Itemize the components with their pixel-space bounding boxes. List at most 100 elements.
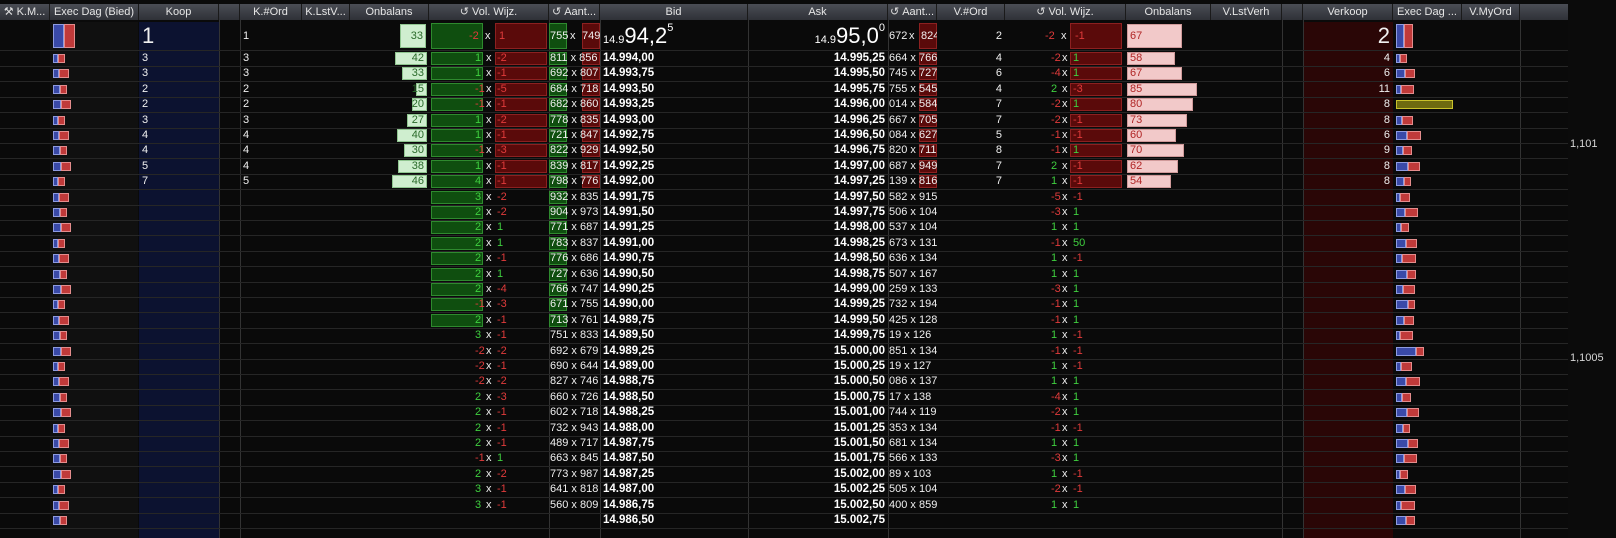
- verkoop-cell[interactable]: [1303, 344, 1393, 359]
- verkoop-qty[interactable]: 8: [1303, 97, 1393, 112]
- koop-cell[interactable]: [139, 190, 219, 205]
- koop-qty[interactable]: 7: [139, 174, 219, 189]
- koop-cell[interactable]: [139, 267, 219, 282]
- bid-price[interactable]: 14.993,75: [600, 66, 748, 81]
- ask-price[interactable]: 14.995,25: [748, 51, 888, 66]
- koop-cell[interactable]: [139, 513, 219, 528]
- verkoop-cell[interactable]: [1303, 513, 1393, 528]
- verkoop-cell[interactable]: [1303, 374, 1393, 389]
- bid-price[interactable]: 14.987,25: [600, 467, 748, 482]
- ask-price[interactable]: 15.002,00: [748, 467, 888, 482]
- koop-cell[interactable]: [139, 220, 219, 235]
- ask-price[interactable]: 14.999,75: [748, 328, 888, 343]
- bid-price[interactable]: 14.987,50: [600, 451, 748, 466]
- koop-qty[interactable]: 3: [139, 51, 219, 66]
- koop-qty[interactable]: 3: [139, 66, 219, 81]
- koop-cell[interactable]: [139, 297, 219, 312]
- koop-cell[interactable]: [139, 374, 219, 389]
- ask-price[interactable]: 15.001,50: [748, 436, 888, 451]
- koop-qty[interactable]: 2: [139, 82, 219, 97]
- koop-cell[interactable]: [139, 390, 219, 405]
- verkoop-qty[interactable]: 6: [1303, 128, 1393, 143]
- bid-price[interactable]: 14.994,00: [600, 51, 748, 66]
- verkoop-cell[interactable]: [1303, 282, 1393, 297]
- bid-price[interactable]: 14.991,75: [600, 190, 748, 205]
- header-v-ord[interactable]: V.#Ord: [937, 4, 1005, 20]
- ask-price[interactable]: 15.002,25: [748, 482, 888, 497]
- bid-price[interactable]: 14.989,00: [600, 359, 748, 374]
- bid-price[interactable]: 14.992,00: [600, 174, 748, 189]
- koop-cell[interactable]: [139, 436, 219, 451]
- koop-cell[interactable]: [139, 359, 219, 374]
- header-exec-bid[interactable]: Exec Dag (Bied): [50, 4, 139, 20]
- koop-cell[interactable]: [139, 205, 219, 220]
- verkoop-cell[interactable]: [1303, 390, 1393, 405]
- bid-price[interactable]: 14.993,00: [600, 113, 748, 128]
- verkoop-cell[interactable]: [1303, 297, 1393, 312]
- bid-price[interactable]: 14.989,25: [600, 344, 748, 359]
- ask-price[interactable]: 15.000,75: [748, 390, 888, 405]
- verkoop-cell[interactable]: [1303, 498, 1393, 513]
- ask-price[interactable]: 15.001,25: [748, 421, 888, 436]
- ask-price[interactable]: 14.999,25: [748, 297, 888, 312]
- header-vol-wijz-bid[interactable]: ↺ Vol. Wijz.: [429, 4, 549, 20]
- header-km[interactable]: ⚒ K.M...: [0, 4, 50, 20]
- bid-price[interactable]: 14.991,00: [600, 236, 748, 251]
- bid-price[interactable]: 14.993,25: [600, 97, 748, 112]
- bid-price[interactable]: 14.987,00: [600, 482, 748, 497]
- ask-price[interactable]: 15.000,50: [748, 374, 888, 389]
- verkoop-cell[interactable]: [1303, 313, 1393, 328]
- koop-cell[interactable]: [139, 498, 219, 513]
- ask-price[interactable]: 14.996,75: [748, 143, 888, 158]
- bid-price[interactable]: 14.992,75: [600, 128, 748, 143]
- verkoop-qty[interactable]: 9: [1303, 143, 1393, 158]
- verkoop-cell[interactable]: [1303, 451, 1393, 466]
- ask-price[interactable]: 14.997,75: [748, 205, 888, 220]
- verkoop-qty[interactable]: 8: [1303, 113, 1393, 128]
- koop-cell[interactable]: [139, 421, 219, 436]
- koop-cell[interactable]: [139, 405, 219, 420]
- koop-cell[interactable]: [139, 282, 219, 297]
- ask-price[interactable]: 15.002,50: [748, 498, 888, 513]
- ask-price[interactable]: 14.995,75: [748, 82, 888, 97]
- header-aant-ask[interactable]: ↺ Aant...: [888, 4, 937, 20]
- verkoop-qty[interactable]: 11: [1303, 82, 1393, 97]
- best-ask-price[interactable]: 14.995,00: [748, 21, 888, 50]
- header-onbalans-bid[interactable]: Onbalans: [350, 4, 429, 20]
- verkoop-cell[interactable]: [1303, 359, 1393, 374]
- bid-price[interactable]: 14.992,50: [600, 143, 748, 158]
- ask-price[interactable]: 14.997,00: [748, 159, 888, 174]
- ask-price[interactable]: 15.000,00: [748, 344, 888, 359]
- verkoop-cell[interactable]: [1303, 220, 1393, 235]
- ask-price[interactable]: 14.998,50: [748, 251, 888, 266]
- ask-price[interactable]: 14.996,00: [748, 97, 888, 112]
- verkoop-qty[interactable]: 4: [1303, 51, 1393, 66]
- header-bid[interactable]: Bid: [600, 4, 748, 20]
- header-v-myord[interactable]: V.MyOrd: [1462, 4, 1520, 20]
- ask-price[interactable]: 15.001,00: [748, 405, 888, 420]
- verkoop-qty[interactable]: 6: [1303, 66, 1393, 81]
- ask-price[interactable]: 15.001,75: [748, 451, 888, 466]
- bid-price[interactable]: 14.986,50: [600, 513, 748, 528]
- ask-price[interactable]: 14.999,00: [748, 282, 888, 297]
- header-v-lstverh[interactable]: V.LstVerh: [1211, 4, 1282, 20]
- bid-price[interactable]: 14.993,50: [600, 82, 748, 97]
- koop-cell[interactable]: [139, 344, 219, 359]
- bid-price[interactable]: 14.991,50: [600, 205, 748, 220]
- header-ask[interactable]: Ask: [748, 4, 888, 20]
- header-koop[interactable]: Koop: [139, 4, 219, 20]
- bid-price[interactable]: 14.990,25: [600, 282, 748, 297]
- verkoop-qty[interactable]: 2: [1303, 21, 1393, 50]
- ask-price[interactable]: 14.998,75: [748, 267, 888, 282]
- koop-qty[interactable]: 5: [139, 159, 219, 174]
- bid-price[interactable]: 14.989,75: [600, 313, 748, 328]
- verkoop-qty[interactable]: 8: [1303, 159, 1393, 174]
- koop-qty[interactable]: 3: [139, 113, 219, 128]
- verkoop-cell[interactable]: [1303, 405, 1393, 420]
- bid-price[interactable]: 14.990,75: [600, 251, 748, 266]
- koop-cell[interactable]: [139, 467, 219, 482]
- verkoop-cell[interactable]: [1303, 205, 1393, 220]
- ask-price[interactable]: 14.998,00: [748, 220, 888, 235]
- koop-qty[interactable]: 4: [139, 128, 219, 143]
- ask-price[interactable]: 14.997,50: [748, 190, 888, 205]
